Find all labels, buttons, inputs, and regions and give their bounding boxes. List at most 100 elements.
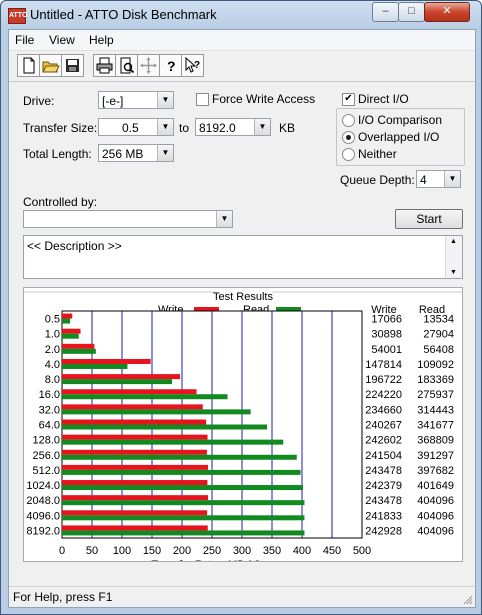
transfer-size-to-select[interactable]: 8192.0 ▼ <box>195 118 271 136</box>
neither-label[interactable]: Neither <box>358 147 397 161</box>
bar-read <box>62 469 301 475</box>
kb-label: KB <box>279 121 296 135</box>
chevron-down-icon[interactable]: ▼ <box>254 119 270 135</box>
close-button[interactable]: ✕ <box>424 2 470 22</box>
minimize-button[interactable]: – <box>372 2 399 22</box>
chart-title: Test Results <box>213 291 273 303</box>
legend-swatch-read <box>276 307 301 311</box>
read-value: 401649 <box>417 480 454 492</box>
save-icon[interactable] <box>61 54 84 77</box>
bar-write <box>62 313 73 319</box>
write-value: 242602 <box>365 435 402 447</box>
menu-file[interactable]: File <box>15 33 34 47</box>
io-comparison-label[interactable]: I/O Comparison <box>358 113 442 127</box>
title-bar[interactable]: ATTO Untitled - ATTO Disk Benchmark – □ … <box>1 1 481 29</box>
write-value: 234660 <box>365 404 402 416</box>
transfer-size-from-select[interactable]: 0.5 ▼ <box>98 118 174 136</box>
write-value: 240267 <box>365 420 402 432</box>
bar-read <box>62 333 79 339</box>
neither-radio[interactable] <box>342 148 355 161</box>
bar-read <box>62 348 96 354</box>
x-axis-label: Transfer Rate - MB / Sec <box>151 559 273 561</box>
new-icon[interactable] <box>17 54 40 77</box>
atto-app-icon[interactable]: ATTO <box>8 8 27 24</box>
controlled-by-label: Controlled by: <box>23 195 98 209</box>
read-value: 368809 <box>417 435 454 447</box>
chevron-down-icon[interactable]: ▼ <box>157 145 173 161</box>
print-preview-icon[interactable] <box>115 54 138 77</box>
write-value: 224220 <box>365 389 402 401</box>
read-value: 404096 <box>417 495 454 507</box>
write-value: 54001 <box>371 344 402 356</box>
overlapped-io-radio[interactable] <box>342 131 355 144</box>
resize-grip-icon[interactable] <box>461 593 473 605</box>
io-comparison-radio[interactable] <box>342 114 355 127</box>
chevron-down-icon[interactable]: ▼ <box>216 211 232 227</box>
controlled-by-select[interactable]: ▼ <box>23 210 233 228</box>
description-scrollbar[interactable]: ▲ ▼ <box>445 236 462 278</box>
help-icon[interactable]: ? <box>159 54 182 77</box>
read-value: 183369 <box>417 374 454 386</box>
bar-write <box>62 449 207 455</box>
scroll-up-icon[interactable]: ▲ <box>450 238 457 245</box>
direct-io-checkbox[interactable]: ✔ <box>342 93 355 106</box>
status-text: For Help, press F1 <box>13 590 113 604</box>
bar-read <box>62 379 173 385</box>
move-icon[interactable] <box>137 54 160 77</box>
description-box[interactable]: << Description >> ▲ ▼ <box>23 235 463 279</box>
read-value: 109092 <box>417 359 454 371</box>
drive-select[interactable]: [-e-] ▼ <box>98 91 174 109</box>
scroll-down-icon[interactable]: ▼ <box>450 269 457 276</box>
x-tick-label: 300 <box>233 545 251 557</box>
category-label: 512.0 <box>32 465 60 477</box>
overlapped-io-label[interactable]: Overlapped I/O <box>358 130 439 144</box>
total-length-select[interactable]: 256 MB ▼ <box>98 144 174 162</box>
category-label: 8192.0 <box>26 525 60 537</box>
category-label: 8.0 <box>45 374 60 386</box>
chevron-down-icon[interactable]: ▼ <box>157 92 173 108</box>
maximize-button[interactable]: □ <box>398 2 425 22</box>
bar-write <box>62 434 208 440</box>
bar-read <box>62 500 305 506</box>
category-label: 64.0 <box>39 420 60 432</box>
force-write-label[interactable]: Force Write Access <box>212 92 315 106</box>
chevron-down-icon[interactable]: ▼ <box>444 171 460 187</box>
category-label: 1024.0 <box>26 480 60 492</box>
bar-write <box>62 525 208 531</box>
read-value: 27904 <box>423 329 454 341</box>
print-icon[interactable] <box>93 54 116 77</box>
total-length-label: Total Length: <box>23 147 92 161</box>
bar-read <box>62 530 305 536</box>
read-value: 404096 <box>417 510 454 522</box>
bar-read <box>62 439 284 445</box>
queue-depth-select[interactable]: 4 ▼ <box>416 170 461 188</box>
write-value: 17066 <box>371 314 402 326</box>
bar-write <box>62 495 209 501</box>
total-length-value: 256 MB <box>102 147 144 161</box>
results-chart: Test ResultsWrite Read Write Read0 50 100 150 2… <box>24 291 462 561</box>
write-value: 241833 <box>365 510 402 522</box>
start-button[interactable]: Start <box>395 209 463 229</box>
bar-write <box>62 404 203 410</box>
category-label: 4096.0 <box>26 510 60 522</box>
x-tick-label: 350 <box>263 545 281 557</box>
menu-help[interactable]: Help <box>89 33 114 47</box>
context-help-icon[interactable]: ? <box>181 54 204 77</box>
read-value: 56408 <box>423 344 454 356</box>
read-value: 13534 <box>423 314 454 326</box>
chevron-down-icon[interactable]: ▼ <box>157 119 173 135</box>
category-label: 128.0 <box>32 435 60 447</box>
direct-io-label[interactable]: Direct I/O <box>358 92 409 106</box>
bar-read <box>62 424 268 430</box>
test-results-panel: Test Results Write Read Write Read 0 50 100 150 2… <box>23 287 463 562</box>
bar-read <box>62 515 305 521</box>
menu-view[interactable]: View <box>49 33 75 47</box>
read-value: 314443 <box>417 404 454 416</box>
legend-swatch-write <box>194 307 219 311</box>
write-value: 243478 <box>365 495 402 507</box>
open-icon[interactable] <box>39 54 62 77</box>
category-label: 1.0 <box>45 329 60 341</box>
force-write-checkbox[interactable] <box>196 93 209 106</box>
bar-write <box>62 328 81 334</box>
transfer-from-value: 0.5 <box>122 121 139 135</box>
